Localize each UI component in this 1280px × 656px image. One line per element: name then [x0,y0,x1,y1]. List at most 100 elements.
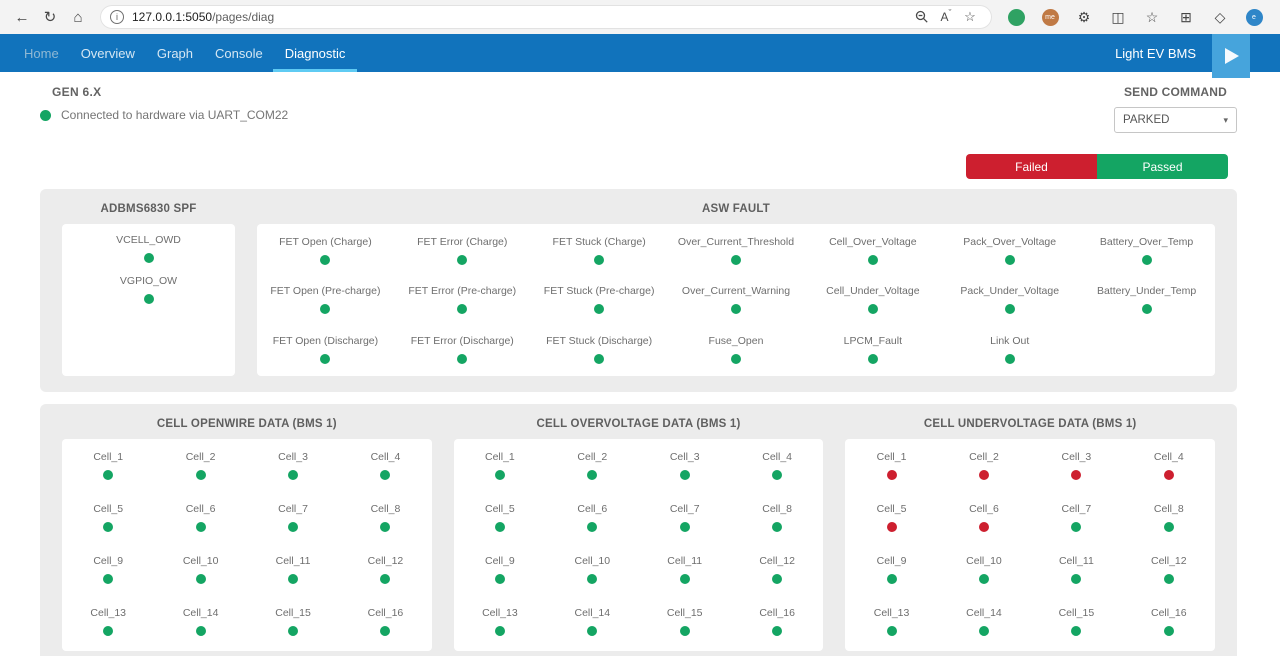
home-icon[interactable]: ⌂ [64,3,92,31]
status-label: VCELL_OWD [116,234,181,246]
status-dot-passed [495,522,505,532]
status-dot-passed [457,255,467,265]
tab-overview[interactable]: Overview [81,34,135,72]
cell-panel: CELL UNDERVOLTAGE DATA (BMS 1)Cell_1Cell… [845,404,1215,656]
status-indicator: Cell_12 [1123,547,1215,599]
status-dot-passed [1164,626,1174,636]
status-dot-failed [979,470,989,480]
status-indicator: Cell_4 [1123,443,1215,495]
status-label: Cell_10 [966,555,1002,567]
back-icon[interactable]: ← [8,3,36,31]
passed-button[interactable]: Passed [1097,154,1228,179]
status-label: Pack_Under_Voltage [960,285,1059,297]
site-info-icon[interactable]: i [110,10,124,24]
status-label: FET Stuck (Discharge) [546,335,652,347]
extension-green-icon[interactable] [1002,3,1030,31]
status-indicator: Cell_15 [1030,599,1122,651]
read-aloud-icon[interactable]: Aˇ [934,6,958,28]
browser-window: ← ↻ ⌂ i 127.0.0.1:5050/pages/diag Aˇ ☆ m… [0,0,1280,656]
status-indicator: FET Error (Discharge) [394,327,531,376]
status-indicator: VGPIO_OW [62,275,235,304]
cell-panel: CELL OPENWIRE DATA (BMS 1)Cell_1Cell_2Ce… [62,404,432,656]
url-host: 127.0.0.1:5050 [132,10,212,24]
status-label: Cell_8 [1154,503,1184,515]
status-indicator: Cell_14 [546,599,638,651]
status-dot-passed [772,470,782,480]
status-dot-passed [495,574,505,584]
status-dot-passed [594,255,604,265]
status-label: Cell_Over_Voltage [829,236,917,248]
status-label: Cell_4 [1154,451,1184,463]
status-indicator: Cell_3 [247,443,339,495]
copilot-icon[interactable]: e [1240,3,1268,31]
tab-diagnostic[interactable]: Diagnostic [285,34,346,72]
command-select[interactable]: PARKED ▾ [1114,107,1237,133]
status-indicator: FET Error (Charge) [394,228,531,277]
status-indicator: Cell_10 [546,547,638,599]
status-label: FET Stuck (Pre-charge) [544,285,655,297]
status-dot-passed [594,304,604,314]
status-label: Over_Current_Threshold [678,236,794,248]
status-label: Cell_13 [90,607,126,619]
status-dot-passed [1071,626,1081,636]
page-content: GEN 6.X Connected to hardware via UART_C… [0,85,1280,656]
status-dot-passed [1142,304,1152,314]
status-label: Cell_8 [371,503,401,515]
status-dot-passed [1005,255,1015,265]
tab-graph[interactable]: Graph [157,34,193,72]
asw-title: ASW FAULT [257,203,1215,215]
status-indicator: Cell_16 [339,599,431,651]
status-dot-passed [144,294,154,304]
status-indicator: Cell_9 [62,547,154,599]
status-indicator: Cell_10 [154,547,246,599]
status-label: Cell_6 [186,503,216,515]
nav-tabs: Home Overview Graph Console Diagnostic [24,34,367,72]
status-indicator: Cell_1 [845,443,937,495]
status-indicator: Cell_16 [1123,599,1215,651]
address-bar[interactable]: i 127.0.0.1:5050/pages/diag Aˇ ☆ [100,5,992,29]
status-label: Cell_14 [574,607,610,619]
status-indicator: FET Open (Charge) [257,228,394,277]
brand-logo[interactable] [1212,34,1250,78]
status-dot-passed [587,522,597,532]
status-label: Cell_1 [877,451,907,463]
status-dot-failed [1164,470,1174,480]
status-label: Cell_7 [1061,503,1091,515]
status-dot-passed [587,470,597,480]
status-label: Cell_6 [969,503,999,515]
status-dot-passed [457,304,467,314]
favorites-icon[interactable]: ☆ [1138,3,1166,31]
workspaces-icon[interactable]: ◇ [1206,3,1234,31]
status-dot-passed [288,574,298,584]
zoom-icon[interactable] [910,6,934,28]
extensions-gear-icon[interactable]: ⚙ [1070,3,1098,31]
tab-console[interactable]: Console [215,34,263,72]
status-label: Cell_1 [485,451,515,463]
copilot-icon-badge: e [1246,9,1263,26]
collections-icon[interactable]: ⊞ [1172,3,1200,31]
failed-button[interactable]: Failed [966,154,1097,179]
status-indicator: Cell_6 [938,495,1030,547]
status-label: Cell_9 [93,555,123,567]
status-indicator: Cell_7 [247,495,339,547]
refresh-icon[interactable]: ↻ [36,3,64,31]
status-label: Cell_7 [278,503,308,515]
status-dot-passed [288,626,298,636]
status-label: Cell_16 [368,607,404,619]
split-screen-icon[interactable]: ◫ [1104,3,1132,31]
status-indicator: Cell_14 [938,599,1030,651]
connection-status-text: Connected to hardware via UART_COM22 [61,108,288,122]
play-icon [1220,45,1242,67]
status-label: Cell_3 [278,451,308,463]
status-indicator: FET Stuck (Discharge) [531,327,668,376]
status-dot-passed [1164,522,1174,532]
status-dot-passed [380,522,390,532]
cell-panel-title: CELL OVERVOLTAGE DATA (BMS 1) [454,418,824,430]
status-indicator: Cell_3 [639,443,731,495]
me-extension-icon[interactable]: me [1036,3,1064,31]
favorite-star-icon[interactable]: ☆ [958,6,982,28]
tab-home[interactable]: Home [24,34,59,72]
status-indicator: Cell_13 [454,599,546,651]
url-text: 127.0.0.1:5050/pages/diag [132,10,910,24]
extension-green-icon-badge [1008,9,1025,26]
